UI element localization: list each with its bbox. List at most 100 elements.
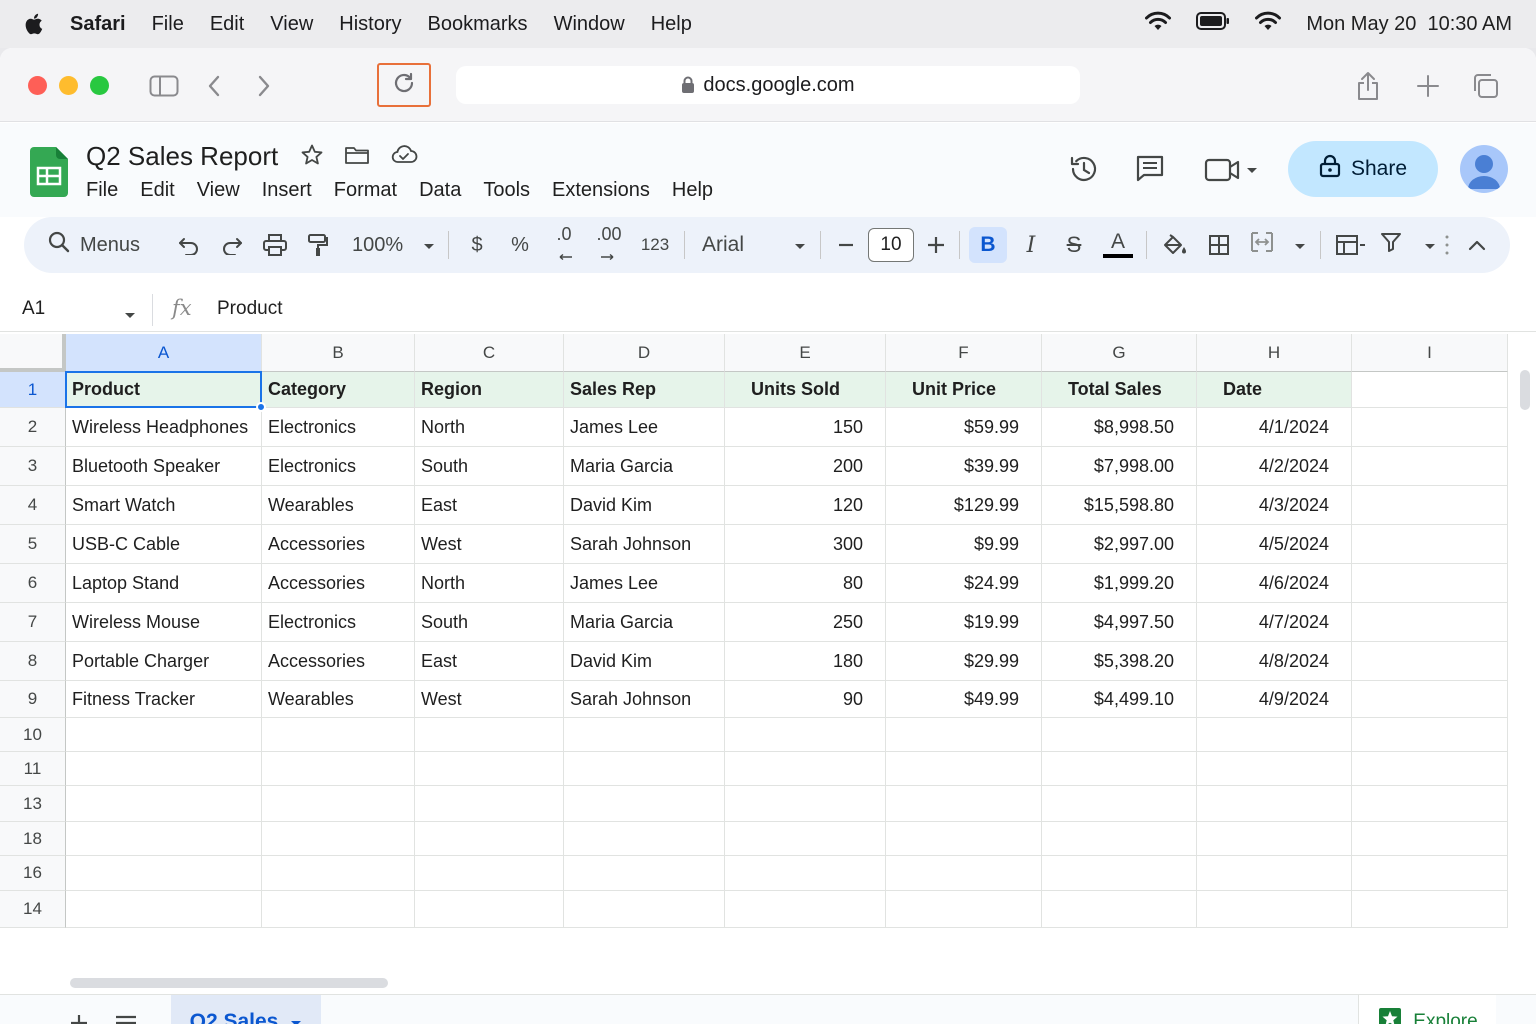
table-cell[interactable] [564,752,725,786]
table-cell[interactable]: Sarah Johnson [564,525,725,564]
font-select[interactable]: Arial [702,217,806,273]
currency-format-button[interactable]: $ [466,217,488,273]
table-cell[interactable]: South [415,603,564,642]
table-cell[interactable]: Bluetooth Speaker [66,447,262,486]
table-cell[interactable]: 4/8/2024 [1197,642,1352,681]
table-cell[interactable] [415,856,564,891]
version-history-icon[interactable] [1068,153,1100,190]
menubar-file[interactable]: File [152,13,184,36]
row-header[interactable]: 6 [0,564,66,603]
table-cell[interactable] [1352,856,1508,891]
address-bar[interactable]: docs.google.com [456,66,1080,104]
row-header[interactable]: 13 [0,786,66,822]
table-cell[interactable]: 4/7/2024 [1197,603,1352,642]
tab-overview-icon[interactable] [1470,70,1502,102]
table-cell[interactable]: North [415,564,564,603]
fill-color-icon[interactable] [1160,217,1188,273]
table-cell[interactable] [886,786,1042,822]
header-cell[interactable]: Date [1197,372,1352,408]
table-cell[interactable]: $5,398.20 [1042,642,1197,681]
table-cell[interactable]: 180 [725,642,886,681]
strikethrough-button[interactable]: S [1062,217,1086,273]
header-cell[interactable]: Region [415,372,564,408]
row-header[interactable]: 2 [0,408,66,447]
table-cell[interactable]: Electronics [262,447,415,486]
horizontal-scrollbar[interactable] [70,978,388,988]
table-cell[interactable] [1352,447,1508,486]
menu-help[interactable]: Help [672,179,713,202]
menu-tools[interactable]: Tools [483,179,530,202]
menubar-history[interactable]: History [339,13,401,36]
table-cell[interactable]: 4/3/2024 [1197,486,1352,525]
table-cell[interactable] [725,752,886,786]
table-cell[interactable] [66,856,262,891]
table-cell[interactable] [1352,564,1508,603]
table-cell[interactable] [564,822,725,856]
forward-icon[interactable] [248,70,280,102]
header-cell[interactable]: Total Sales [1042,372,1197,408]
table-cell[interactable] [1352,486,1508,525]
table-cell[interactable]: David Kim [564,642,725,681]
table-cell[interactable] [262,752,415,786]
table-cell[interactable]: $8,998.50 [1042,408,1197,447]
table-cell[interactable] [1352,718,1508,752]
table-cell[interactable] [1352,822,1508,856]
table-cell[interactable] [725,822,886,856]
header-cell[interactable]: Sales Rep [564,372,725,408]
table-cell[interactable] [1197,856,1352,891]
table-cell[interactable] [725,856,886,891]
table-cell[interactable]: Maria Garcia [564,447,725,486]
row-header[interactable]: 8 [0,642,66,681]
table-cell[interactable]: $4,997.50 [1042,603,1197,642]
table-cell[interactable]: East [415,642,564,681]
table-cell[interactable]: $49.99 [886,681,1042,718]
table-cell[interactable] [66,752,262,786]
sheets-logo-icon[interactable] [30,147,68,197]
menu-format[interactable]: Format [334,179,397,202]
table-cell[interactable]: $9.99 [886,525,1042,564]
battery-icon[interactable] [1196,12,1230,36]
table-cell[interactable]: Wireless Headphones [66,408,262,447]
new-tab-icon[interactable] [1412,70,1444,102]
fill-handle[interactable] [256,402,266,412]
table-cell[interactable] [415,752,564,786]
star-icon[interactable] [300,143,324,172]
table-cell[interactable]: Portable Charger [66,642,262,681]
borders-icon[interactable] [1206,217,1232,273]
row-header[interactable]: 3 [0,447,66,486]
table-cell[interactable] [1352,525,1508,564]
table-cell[interactable]: USB-C Cable [66,525,262,564]
table-cell[interactable] [1352,891,1508,928]
percent-format-button[interactable]: % [508,217,532,273]
menu-data[interactable]: Data [419,179,461,202]
table-cell[interactable] [262,786,415,822]
menubar-window[interactable]: Window [554,13,625,36]
table-cell[interactable] [415,718,564,752]
more-formats-button[interactable]: 123 [638,217,672,273]
table-cell[interactable] [725,891,886,928]
table-cell[interactable] [415,891,564,928]
minimize-window-button[interactable] [59,76,78,95]
increase-font-size-icon[interactable] [925,217,947,273]
table-cell[interactable]: Smart Watch [66,486,262,525]
wifi-status-icon[interactable] [1254,10,1282,38]
table-cell[interactable] [725,786,886,822]
table-cell[interactable]: West [415,525,564,564]
table-cell[interactable] [1352,408,1508,447]
row-header[interactable]: 18 [0,822,66,856]
table-cell[interactable] [1197,718,1352,752]
table-cell[interactable]: $59.99 [886,408,1042,447]
table-cell[interactable] [1042,752,1197,786]
menu-edit[interactable]: Edit [140,179,174,202]
column-header-c[interactable]: C [415,334,564,372]
merge-cells-button[interactable] [1250,217,1306,273]
table-cell[interactable]: Wearables [262,681,415,718]
table-cell[interactable] [725,718,886,752]
table-cell[interactable] [886,891,1042,928]
table-cell[interactable]: $4,499.10 [1042,681,1197,718]
table-cell[interactable] [1352,642,1508,681]
header-cell[interactable]: Units Sold [725,372,886,408]
table-cell[interactable]: Fitness Tracker [66,681,262,718]
collapse-toolbar-icon[interactable] [1464,217,1490,273]
table-cell[interactable]: $39.99 [886,447,1042,486]
